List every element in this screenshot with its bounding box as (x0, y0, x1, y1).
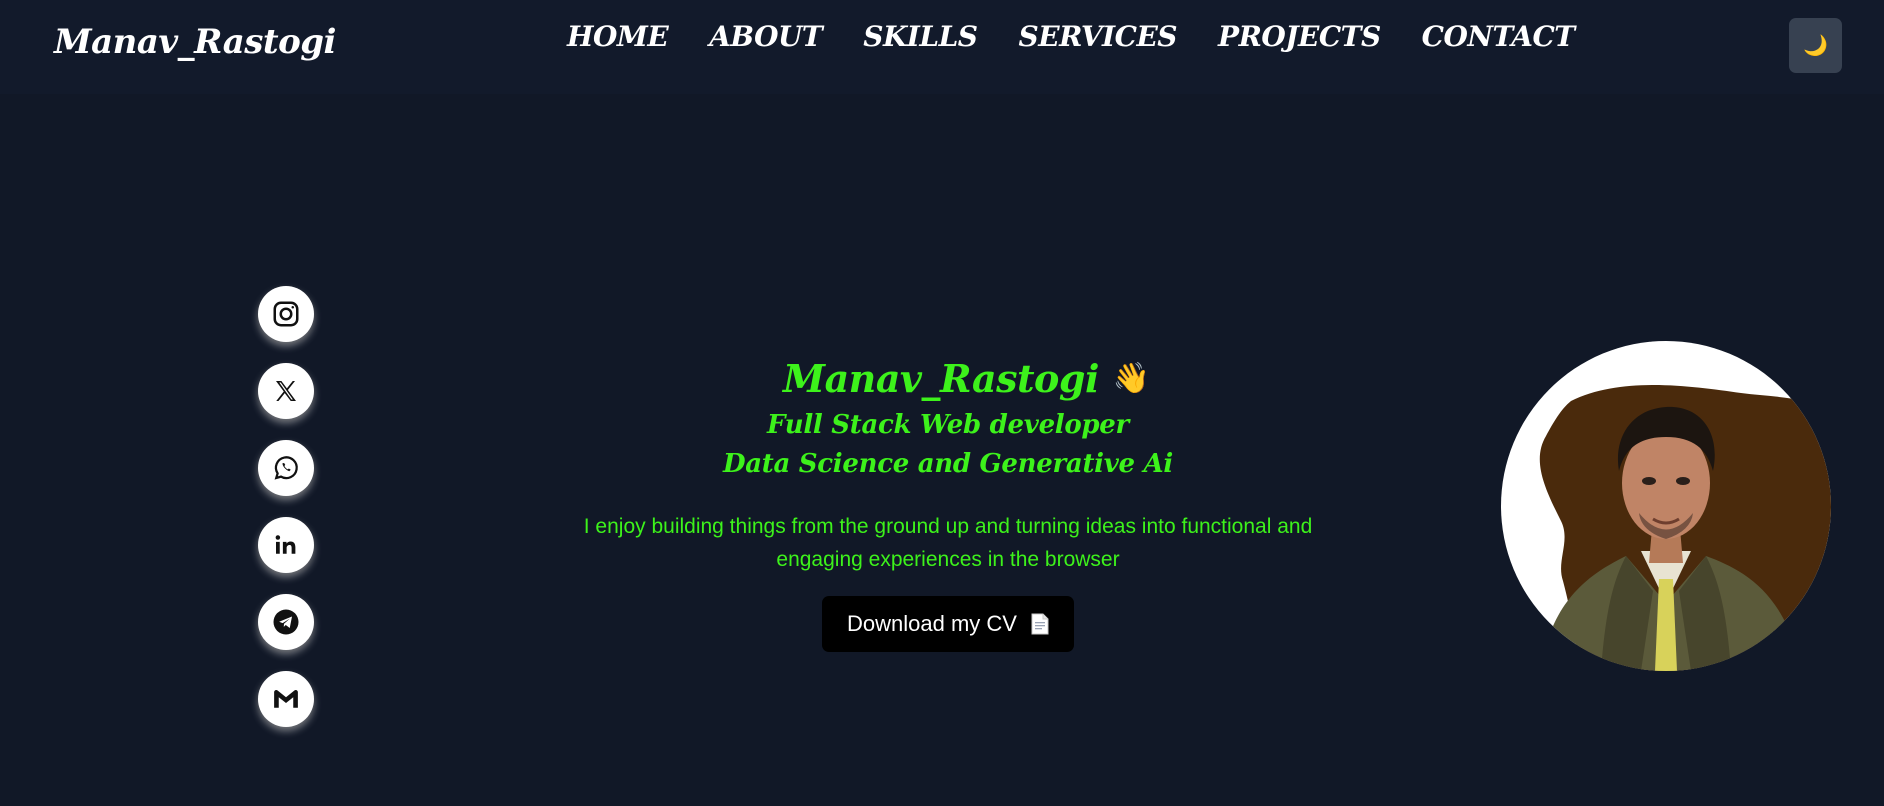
download-cv-label: Download my CV (847, 611, 1017, 636)
instagram-link[interactable] (258, 286, 314, 342)
linkedin-link[interactable] (258, 517, 314, 573)
waving-hand-icon: 👋 (1112, 361, 1150, 396)
profile-photo (1539, 385, 1831, 671)
hero-bio: I enjoy building things from the ground … (583, 515, 1313, 571)
social-links (258, 286, 314, 727)
nav-services[interactable]: SERVICES (1019, 20, 1178, 53)
nav-skills[interactable]: SKILLS (863, 20, 978, 53)
nav-contact[interactable]: CONTACT (1422, 20, 1575, 53)
nav-home[interactable]: HOME (567, 20, 669, 53)
x-icon (276, 381, 296, 401)
document-icon (1031, 613, 1049, 635)
telegram-icon (273, 609, 299, 635)
download-cv-button[interactable]: Download my CV (822, 596, 1074, 652)
gmail-icon (274, 690, 298, 708)
gmail-link[interactable] (258, 671, 314, 727)
telegram-link[interactable] (258, 594, 314, 650)
nav-about[interactable]: ABOUT (709, 20, 823, 53)
site-logo[interactable]: Manav_Rastogi (54, 22, 336, 62)
instagram-icon (273, 301, 299, 327)
moon-icon: 🌙 (1803, 35, 1828, 57)
site-header: Manav_Rastogi HOME ABOUT SKILLS SERVICES… (0, 0, 1884, 94)
main-nav: HOME ABOUT SKILLS SERVICES PROJECTS CONT… (567, 20, 1575, 53)
nav-projects[interactable]: PROJECTS (1218, 20, 1381, 53)
linkedin-icon (275, 535, 296, 554)
theme-toggle-button[interactable]: 🌙 (1789, 18, 1842, 73)
profile-avatar (1501, 341, 1831, 671)
hero-name: Manav_Rastogi (783, 356, 1099, 401)
hero-title: Manav_Rastogi 👋 (783, 356, 1150, 401)
